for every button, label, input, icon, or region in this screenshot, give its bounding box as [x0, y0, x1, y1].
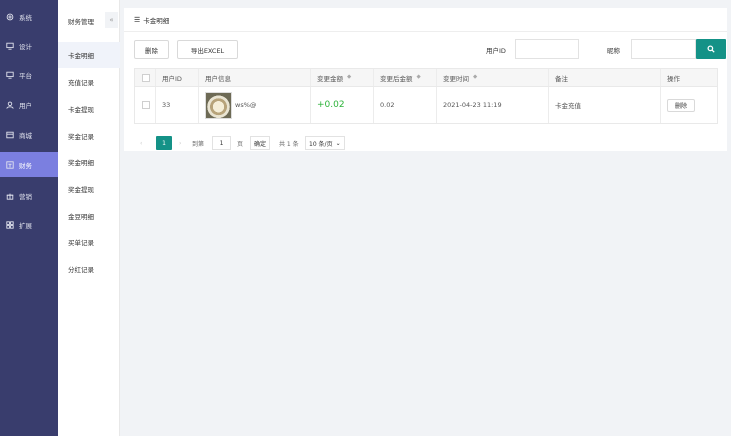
sidebar-item-extension[interactable]: 扩展 — [0, 212, 58, 237]
sidebar-item-label: 平台 — [19, 71, 32, 80]
sidebar-item-label: 系统 — [19, 13, 32, 22]
collapse-icon[interactable]: « — [105, 12, 118, 28]
store-icon — [5, 130, 14, 139]
next-page-icon[interactable]: › — [179, 136, 181, 150]
sort-icon: ◆ — [416, 73, 421, 80]
main-sidebar: 系统 设计 平台 用户 商城 财务 营销 扩展 — [0, 0, 58, 436]
search-button[interactable] — [696, 39, 726, 59]
subnav-item-bonus-records[interactable]: 奖金记录 — [58, 123, 120, 149]
user-id-input[interactable] — [515, 39, 579, 59]
sidebar-item-label: 财务 — [19, 161, 32, 170]
column-header-user-id: 用户ID — [156, 69, 199, 86]
row-select-cell — [135, 87, 156, 123]
page-size-select[interactable]: 10 条/页 ⌄ — [305, 136, 345, 150]
sort-icon: ◆ — [347, 73, 352, 80]
column-header-actions: 操作 — [667, 74, 680, 83]
subnav-title: 财务管理 — [68, 18, 94, 26]
sidebar-item-users[interactable]: 用户 — [0, 92, 58, 117]
export-excel-button[interactable]: 导出EXCEL — [177, 40, 238, 59]
table-header: 用户ID 用户信息 变更金额 ◆ 变更后金额 ◆ 变更时间 ◆ 备注 操作 — [134, 68, 718, 87]
prev-page-icon[interactable]: ‹ — [140, 136, 142, 150]
monitor-icon — [5, 41, 14, 50]
column-header-change-time[interactable]: 变更时间 ◆ — [437, 69, 549, 86]
cell-remark: 卡金充值 — [549, 87, 661, 123]
sidebar-item-finance[interactable]: 财务 — [0, 152, 58, 177]
column-header-label: 变更金额 — [317, 74, 343, 83]
delete-button[interactable]: 删除 — [134, 40, 169, 59]
panel-header: ☰ 卡金明细 — [124, 8, 727, 32]
sidebar-item-label: 用户 — [19, 101, 32, 110]
row-delete-button[interactable]: 删除 — [667, 98, 696, 112]
subnav-item-order-records[interactable]: 买单记录 — [58, 229, 120, 255]
cell-user-info: ws%@ — [199, 87, 311, 123]
cell-user-id: 33 — [156, 87, 199, 123]
nickname-input[interactable] — [631, 39, 696, 59]
avatar — [205, 91, 232, 119]
change-amount-value: +0.02 — [317, 100, 345, 110]
pagination: ‹ 1 › 到第 1 页 确定 共 1 条 10 条/页 ⌄ — [134, 136, 534, 150]
sidebar-item-label: 商城 — [19, 131, 32, 140]
grid-icon — [5, 220, 14, 229]
sidebar-item-design[interactable]: 设计 — [0, 33, 58, 58]
finance-subnav: 财务管理 « 卡金明细 充值记录 卡金提现 奖金记录 奖金明细 奖金提现 金豆明… — [58, 0, 120, 436]
main-content: ☰ 卡金明细 删除 导出EXCEL 用户ID 昵称 用户ID 用户信息 变更金额… — [120, 0, 731, 436]
subnav-item-bonus-detail[interactable]: 奖金明细 — [58, 149, 120, 175]
page-size-value: 10 条/页 — [309, 140, 333, 148]
cell-actions: 删除 — [661, 87, 719, 123]
subnav-item-golden-bean-detail[interactable]: 金豆明细 — [58, 203, 120, 229]
sidebar-item-platform[interactable]: 平台 — [0, 62, 58, 87]
user-id-label: 用户ID — [486, 47, 506, 55]
sidebar-item-label: 设计 — [19, 42, 32, 51]
sidebar-item-label: 营销 — [19, 192, 32, 201]
goto-label: 到第 — [192, 140, 205, 148]
search-icon — [707, 45, 715, 53]
column-header-change-amount[interactable]: 变更金额 ◆ — [311, 69, 374, 86]
monitor-icon — [5, 70, 14, 79]
sidebar-item-system[interactable]: 系统 — [0, 4, 58, 29]
subnav-item-card-detail[interactable]: 卡金明细 — [58, 42, 120, 68]
subnav-item-card-withdraw[interactable]: 卡金提现 — [58, 96, 120, 122]
subnav-item-bonus-withdraw[interactable]: 奖金提现 — [58, 176, 120, 202]
gift-icon — [5, 191, 14, 200]
column-header-label: 变更后金额 — [380, 74, 413, 83]
goto-page-input[interactable]: 1 — [212, 136, 231, 150]
chevron-down-icon: ⌄ — [335, 139, 341, 147]
gear-icon — [5, 12, 14, 21]
select-all-checkbox[interactable] — [142, 73, 150, 82]
nickname-label: 昵称 — [607, 47, 620, 55]
sidebar-item-mall[interactable]: 商城 — [0, 122, 58, 147]
page-1-button[interactable]: 1 — [156, 136, 172, 150]
column-header-after-amount[interactable]: 变更后金额 ◆ — [374, 69, 437, 86]
page-unit-label: 页 — [237, 140, 244, 148]
column-header-user-info: 用户信息 — [199, 69, 311, 86]
cell-change-amount: +0.02 — [311, 87, 374, 123]
subnav-item-dividend-records[interactable]: 分红记录 — [58, 256, 120, 282]
row-checkbox[interactable] — [142, 101, 150, 109]
sidebar-item-marketing[interactable]: 营销 — [0, 183, 58, 208]
goto-confirm-button[interactable]: 确定 — [250, 136, 271, 150]
user-icon — [5, 100, 14, 109]
page-title: 卡金明细 — [143, 16, 170, 25]
column-header-remark: 备注 — [549, 69, 661, 86]
list-icon: ☰ — [134, 15, 141, 24]
cell-after-amount: 0.02 — [374, 87, 437, 123]
subnav-item-recharge-records[interactable]: 充值记录 — [58, 69, 120, 95]
sidebar-item-label: 扩展 — [19, 221, 32, 230]
user-name: ws%@ — [235, 101, 257, 109]
cell-change-time: 2021-04-23 11:19 — [437, 87, 549, 123]
total-count: 共 1 条 — [279, 140, 299, 148]
column-header-label: 变更时间 — [443, 74, 469, 83]
select-all-cell — [135, 69, 156, 86]
table-row: 33 ws%@ +0.02 0.02 2021-04-23 11:19 卡金充值… — [134, 87, 718, 124]
sort-icon: ◆ — [473, 73, 478, 80]
card-detail-panel: ☰ 卡金明细 删除 导出EXCEL 用户ID 昵称 用户ID 用户信息 变更金额… — [124, 8, 727, 151]
finance-icon — [5, 160, 14, 169]
